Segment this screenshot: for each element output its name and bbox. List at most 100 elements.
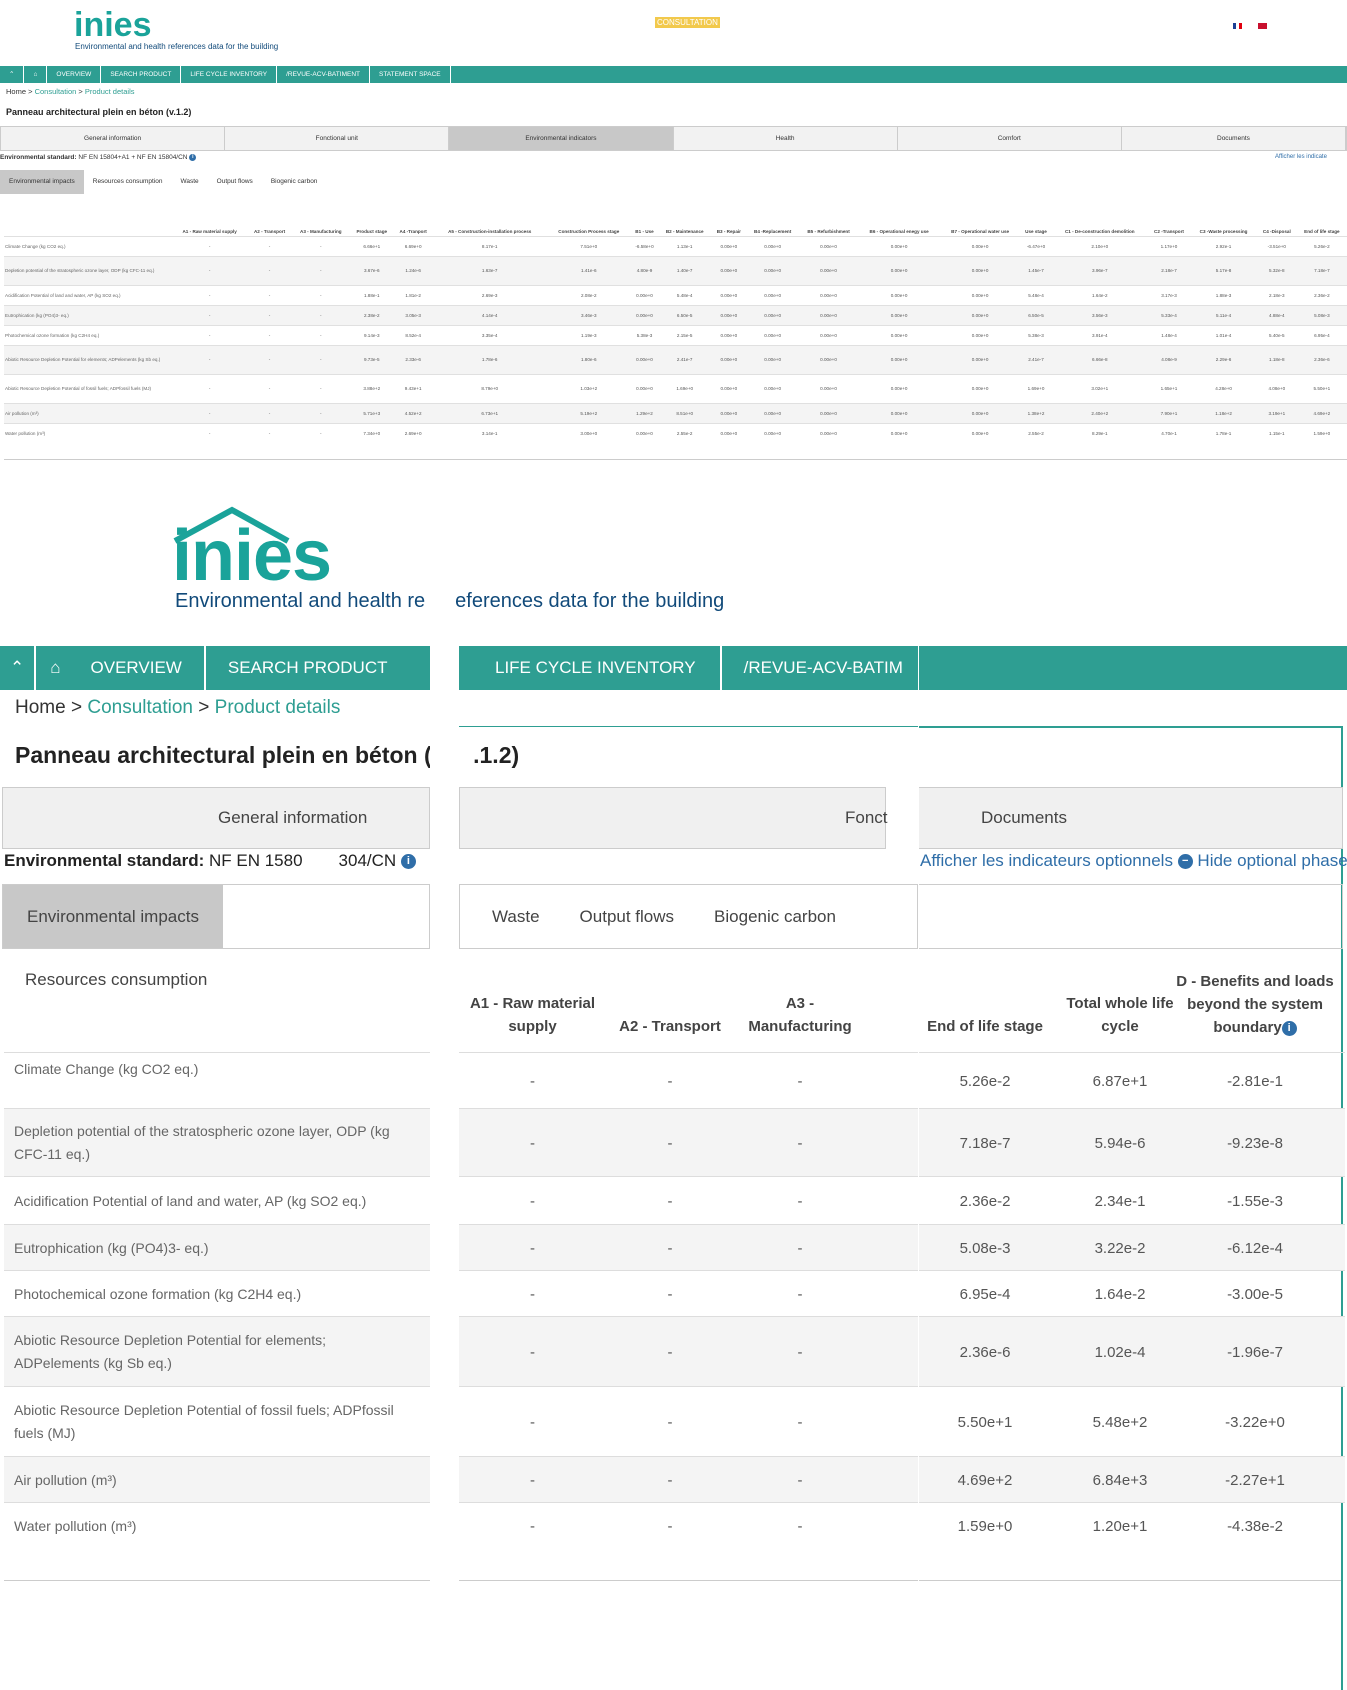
tab-fonctional-unit[interactable]: Fonct xyxy=(845,788,888,848)
breadcrumb-home[interactable]: Home xyxy=(6,87,26,96)
show-optional-indicators-link[interactable]: Afficher les indicate xyxy=(1275,154,1327,160)
table-cell: 2.15e-5 xyxy=(658,324,712,345)
table-cell: 0.00e+0 xyxy=(711,304,747,325)
subtab-resources-consumption[interactable]: Resources consumption xyxy=(84,170,172,194)
nav-search-product[interactable]: SEARCH PRODUCT xyxy=(101,66,182,83)
subtab-output-flows[interactable]: Output flows xyxy=(560,885,695,948)
table-cell: 1.48e-4 xyxy=(1147,324,1191,345)
home-icon[interactable]: ⌂ xyxy=(36,646,68,690)
table-cell: 2.40e+2 xyxy=(1051,402,1148,423)
breadcrumb-home[interactable]: Home xyxy=(15,697,66,718)
col-header-end-of-life: End of life stage xyxy=(927,1018,1043,1035)
table-cell: 0.00e+0 xyxy=(630,422,659,443)
table-cell: 0.00e+0 xyxy=(746,284,799,305)
table-cell: 1.65e+1 xyxy=(1147,373,1191,403)
table-cell: 0.00e+0 xyxy=(711,344,747,374)
home-icon[interactable]: ⌂ xyxy=(24,66,48,83)
small-col-header: B3 - Repair xyxy=(716,228,741,234)
breadcrumb-consultation[interactable]: Consultation xyxy=(35,87,77,96)
table-cell: 3.91e-4 xyxy=(1051,324,1148,345)
table-cell: 0.00e+0 xyxy=(858,284,941,305)
tab-comfort[interactable]: Comfort xyxy=(898,127,1122,150)
nav-collapse-icon[interactable]: ⌃ xyxy=(0,66,25,83)
standard-label: Environmental standard: xyxy=(0,154,77,162)
breadcrumb-current[interactable]: Product details xyxy=(85,87,135,96)
cell-benefits-d: -9.23e-8 xyxy=(1227,1135,1283,1152)
nav-collapse-icon[interactable]: ⌃ xyxy=(0,646,37,690)
nav-overview[interactable]: OVERVIEW xyxy=(47,66,102,83)
cell-a2: - xyxy=(667,1073,673,1090)
hide-optional-phases-link[interactable]: Hide optional phases xyxy=(1197,851,1347,870)
tab-documents[interactable]: Documents xyxy=(981,788,1067,848)
tab-general-information[interactable]: General information xyxy=(218,788,367,848)
cell-benefits-d: -2.27e+1 xyxy=(1225,1472,1285,1489)
tab-fonctional-unit[interactable]: Fonctional unit xyxy=(225,127,450,150)
row-label: Eutrophication (kg (PO4)3- eq.) xyxy=(4,304,172,325)
subtab-output-flows[interactable]: Output flows xyxy=(208,170,262,194)
nav-life-cycle-inventory[interactable]: LIFE CYCLE INVENTORY xyxy=(181,66,278,83)
small-col-header: C2 -Transport xyxy=(1154,228,1184,234)
subtab-waste[interactable]: Waste xyxy=(460,885,560,948)
impact-subtabs-large-left: Environmental impactsResources consumpti… xyxy=(2,884,430,989)
info-icon[interactable]: i xyxy=(400,854,416,870)
table-cell: 0.00e+0 xyxy=(630,284,659,305)
table-cell: - xyxy=(291,284,350,305)
table-cell: 5.32e-8 xyxy=(1256,255,1297,285)
table-cell: 2.69e-3 xyxy=(432,284,547,305)
nav-statement-space[interactable]: STATEMENT SPACE xyxy=(370,66,451,83)
tab-health[interactable]: Health xyxy=(674,127,898,150)
table-row: Photochemical ozone formation (kg C2H4 e… xyxy=(4,1270,1345,1316)
inies-logo-large[interactable]: inies xyxy=(172,520,332,592)
info-icon[interactable]: i xyxy=(1281,1020,1297,1036)
cell-a2: - xyxy=(667,1472,673,1489)
cell-total: 6.84e+3 xyxy=(1092,1472,1148,1489)
table-cell: 9.43e+1 xyxy=(393,373,433,403)
table-cell: 0.00e+0 xyxy=(746,255,799,285)
subtab-resources-consumption[interactable]: Resources consumption xyxy=(3,948,229,1011)
cell-a1: - xyxy=(530,1344,535,1361)
small-col-header: C1 - De-construction demolition xyxy=(1064,228,1135,234)
nav-overview[interactable]: OVERVIEW xyxy=(69,646,206,690)
table-cell: 0.00e+0 xyxy=(940,373,1021,403)
subtab-environmental-impacts[interactable]: Environmental impacts xyxy=(3,885,223,948)
breadcrumb-consultation[interactable]: Consultation xyxy=(87,697,193,718)
english-flag-icon[interactable] xyxy=(1258,23,1267,29)
minus-circle-icon[interactable]: − xyxy=(1177,854,1193,870)
nav-revue-acv[interactable]: /REVUE-ACV-BATIM xyxy=(722,646,925,690)
table-cell: - xyxy=(291,324,350,345)
tab-general-information[interactable]: General information xyxy=(1,127,226,150)
table-cell: 2.36e-6 xyxy=(1296,344,1347,374)
subtab-biogenic-carbon[interactable]: Biogenic carbon xyxy=(694,885,856,948)
table-cell: 5.19e+2 xyxy=(546,402,631,423)
french-flag-icon[interactable] xyxy=(1233,23,1242,29)
breadcrumb-current[interactable]: Product details xyxy=(215,697,341,718)
nav-revue-acv[interactable]: /REVUE-ACV-BATIMENT xyxy=(277,66,370,83)
subtab-environmental-impacts[interactable]: Environmental impacts xyxy=(0,170,84,194)
table-cell: 4.70e-1 xyxy=(1147,422,1191,443)
impact-subtabs-large-right xyxy=(918,884,1343,949)
table-cell: 0.00e+0 xyxy=(711,235,747,256)
info-icon[interactable]: i xyxy=(189,154,197,161)
table-cell: - xyxy=(247,422,292,443)
subtab-waste[interactable]: Waste xyxy=(171,170,207,194)
tab-environmental-indicators[interactable]: Environmental indicators xyxy=(449,127,674,150)
table-cell: 2.36e-2 xyxy=(1296,284,1347,305)
table-cell: 0.00e+0 xyxy=(798,344,859,374)
show-optional-indicators-link[interactable]: Afficher les indicateurs optionnels xyxy=(920,851,1173,870)
table-cell: 5.50e+1 xyxy=(1296,373,1347,403)
table-cell: 0.00e+0 xyxy=(711,422,747,443)
nav-search-product[interactable]: SEARCH PRODUCT xyxy=(206,646,410,690)
cell-total: 3.22e-2 xyxy=(1094,1240,1146,1257)
col-header-a3: A3 - Manufacturing xyxy=(748,995,852,1035)
cell-total: 1.20e+1 xyxy=(1092,1518,1148,1535)
small-col-header: B6 - Operational enegy use xyxy=(869,228,929,234)
cell-a2: - xyxy=(667,1414,673,1431)
table-row: Abiotic Resource Depletion Potential for… xyxy=(4,1316,1345,1386)
inies-logo[interactable]: inies xyxy=(74,8,151,42)
nav-life-cycle-inventory[interactable]: LIFE CYCLE INVENTORY xyxy=(459,646,722,690)
subtab-biogenic-carbon[interactable]: Biogenic carbon xyxy=(262,170,327,194)
table-cell: 0.00e+0 xyxy=(858,304,941,325)
table-cell: 1.45e-7 xyxy=(1020,255,1052,285)
tab-documents[interactable]: Documents xyxy=(1122,127,1347,150)
table-cell: 0.00e+0 xyxy=(746,304,799,325)
